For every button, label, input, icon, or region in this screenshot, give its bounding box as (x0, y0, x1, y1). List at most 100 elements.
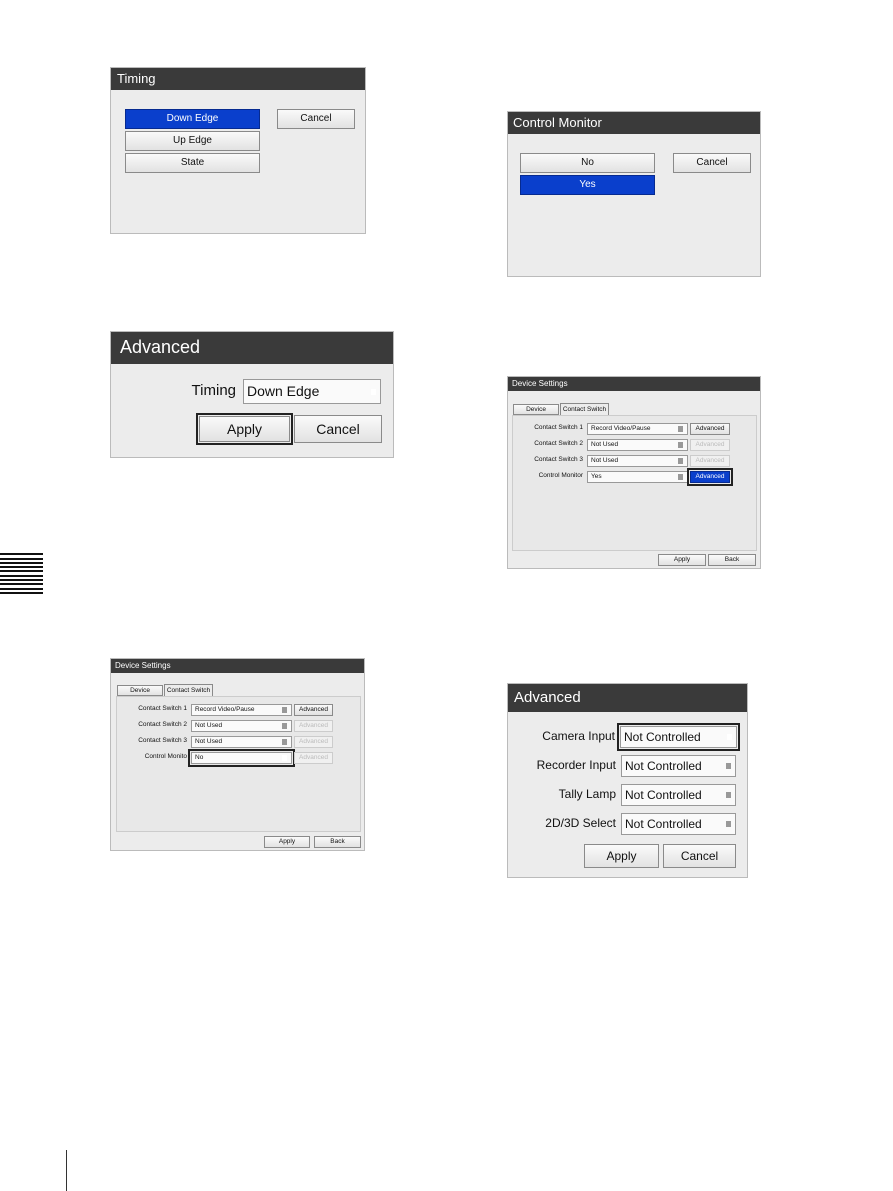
dialog-title: Advanced (508, 684, 747, 712)
cancel-button[interactable]: Cancel (673, 153, 751, 173)
cancel-button[interactable]: Cancel (294, 415, 382, 443)
stripe (0, 575, 43, 577)
advanced-timing-dialog: Advanced Timing Down Edge Apply Cancel (110, 331, 394, 458)
dropdown-value: Not Controlled (625, 759, 702, 773)
tab-device[interactable]: Device (513, 404, 559, 415)
tab-panel (512, 415, 757, 551)
row-label: Contact Switch 2 (138, 721, 187, 728)
dropdown-value: Not Controlled (625, 788, 702, 802)
row-label: Tally Lamp (558, 787, 616, 801)
stripe (0, 583, 43, 585)
stripe (0, 592, 43, 594)
list-icon (678, 426, 683, 432)
option-up-edge[interactable]: Up Edge (125, 131, 260, 151)
dropdown-value: Not Controlled (624, 730, 701, 744)
cancel-button[interactable]: Cancel (663, 844, 736, 868)
list-icon (282, 723, 287, 729)
dropdown-value: Not Used (195, 738, 223, 745)
option-down-edge[interactable]: Down Edge (125, 109, 260, 129)
advanced-button-2[interactable]: Advanced (294, 720, 333, 732)
dialog-title: Control Monitor (508, 112, 760, 134)
list-icon (727, 734, 732, 740)
row-label: Control Monitor (538, 472, 583, 479)
tally-lamp-dropdown[interactable]: Not Controlled (621, 784, 736, 806)
device-settings-window-1: Device Settings Device Contact Switch Co… (110, 658, 365, 851)
timing-value: Down Edge (247, 383, 320, 399)
list-icon (726, 792, 731, 798)
back-button[interactable]: Back (708, 554, 756, 566)
advanced-button-3[interactable]: Advanced (690, 455, 730, 467)
2d-3d-select-dropdown[interactable]: Not Controlled (621, 813, 736, 835)
row-label: Contact Switch 3 (138, 737, 187, 744)
list-icon (726, 763, 731, 769)
dialog-title: Advanced (111, 332, 393, 364)
back-button[interactable]: Back (314, 836, 361, 848)
dropdown-value: No (195, 754, 204, 761)
control-monitor-dropdown[interactable]: No (188, 749, 295, 767)
cancel-button[interactable]: Cancel (277, 109, 355, 129)
stripe (0, 579, 43, 581)
contact-switch-2-dropdown[interactable]: Not Used (587, 439, 688, 451)
advanced-monitor-dialog: Advanced Camera Input Not Controlled Rec… (507, 683, 748, 878)
apply-button[interactable]: Apply (264, 836, 310, 848)
list-icon (282, 755, 287, 761)
apply-button[interactable]: Apply (658, 554, 706, 566)
dropdown-value: Record Video/Pause (591, 425, 651, 432)
dropdown-value: Yes (591, 473, 602, 480)
list-icon (678, 474, 683, 480)
dropdown-value: Record Video/Pause (195, 706, 255, 713)
advanced-button-4[interactable]: Advanced (294, 752, 333, 764)
row-label: Contact Switch 2 (534, 440, 583, 447)
contact-switch-2-dropdown[interactable]: Not Used (191, 720, 292, 732)
option-no[interactable]: No (520, 153, 655, 173)
list-icon (282, 739, 287, 745)
list-icon (678, 442, 683, 448)
row-label: Control Monito (144, 753, 187, 760)
row-label: Contact Switch 3 (534, 456, 583, 463)
contact-switch-1-dropdown[interactable]: Record Video/Pause (191, 704, 292, 716)
window-title: Device Settings (508, 377, 760, 391)
row-label: Camera Input (542, 729, 615, 743)
control-monitor-dialog: Control Monitor No Yes Cancel (507, 111, 761, 277)
row-label: 2D/3D Select (545, 816, 616, 830)
apply-button[interactable]: Apply (196, 413, 293, 445)
stripe (0, 570, 43, 572)
stripe (0, 553, 43, 555)
window-title: Device Settings (111, 659, 364, 673)
device-settings-window-2: Device Settings Device Contact Switch Co… (507, 376, 761, 569)
advanced-button-3[interactable]: Advanced (294, 736, 333, 748)
dropdown-value: Not Used (195, 722, 223, 729)
row-label: Recorder Input (536, 758, 616, 772)
dropdown-value: Not Used (591, 457, 619, 464)
contact-switch-1-dropdown[interactable]: Record Video/Pause (587, 423, 688, 435)
timing-dropdown[interactable]: Down Edge (243, 379, 381, 404)
timing-label: Timing (191, 382, 236, 399)
stripe (0, 588, 43, 590)
list-icon (371, 388, 376, 395)
list-icon (726, 821, 731, 827)
recorder-input-dropdown[interactable]: Not Controlled (621, 755, 736, 777)
contact-switch-3-dropdown[interactable]: Not Used (587, 455, 688, 467)
dropdown-value: Not Controlled (625, 817, 702, 831)
advanced-button-1[interactable]: Advanced (294, 704, 333, 716)
tab-device[interactable]: Device (117, 685, 163, 696)
stripe (0, 566, 43, 568)
control-monitor-dropdown[interactable]: Yes (587, 471, 688, 483)
contact-switch-3-dropdown[interactable]: Not Used (191, 736, 292, 748)
tab-panel (116, 696, 361, 832)
dialog-title: Timing (111, 68, 365, 90)
row-label: Contact Switch 1 (138, 705, 187, 712)
list-icon (678, 458, 683, 464)
advanced-button-4[interactable]: Advanced (687, 468, 733, 486)
list-icon (282, 707, 287, 713)
option-yes[interactable]: Yes (520, 175, 655, 195)
camera-input-dropdown[interactable]: Not Controlled (617, 723, 740, 751)
advanced-button-1[interactable]: Advanced (690, 423, 730, 435)
stripe (0, 558, 43, 560)
dropdown-value: Not Used (591, 441, 619, 448)
timing-dialog: Timing Down Edge Up Edge State Cancel (110, 67, 366, 234)
option-state[interactable]: State (125, 153, 260, 173)
stripe (0, 562, 43, 564)
advanced-button-2[interactable]: Advanced (690, 439, 730, 451)
apply-button[interactable]: Apply (584, 844, 659, 868)
